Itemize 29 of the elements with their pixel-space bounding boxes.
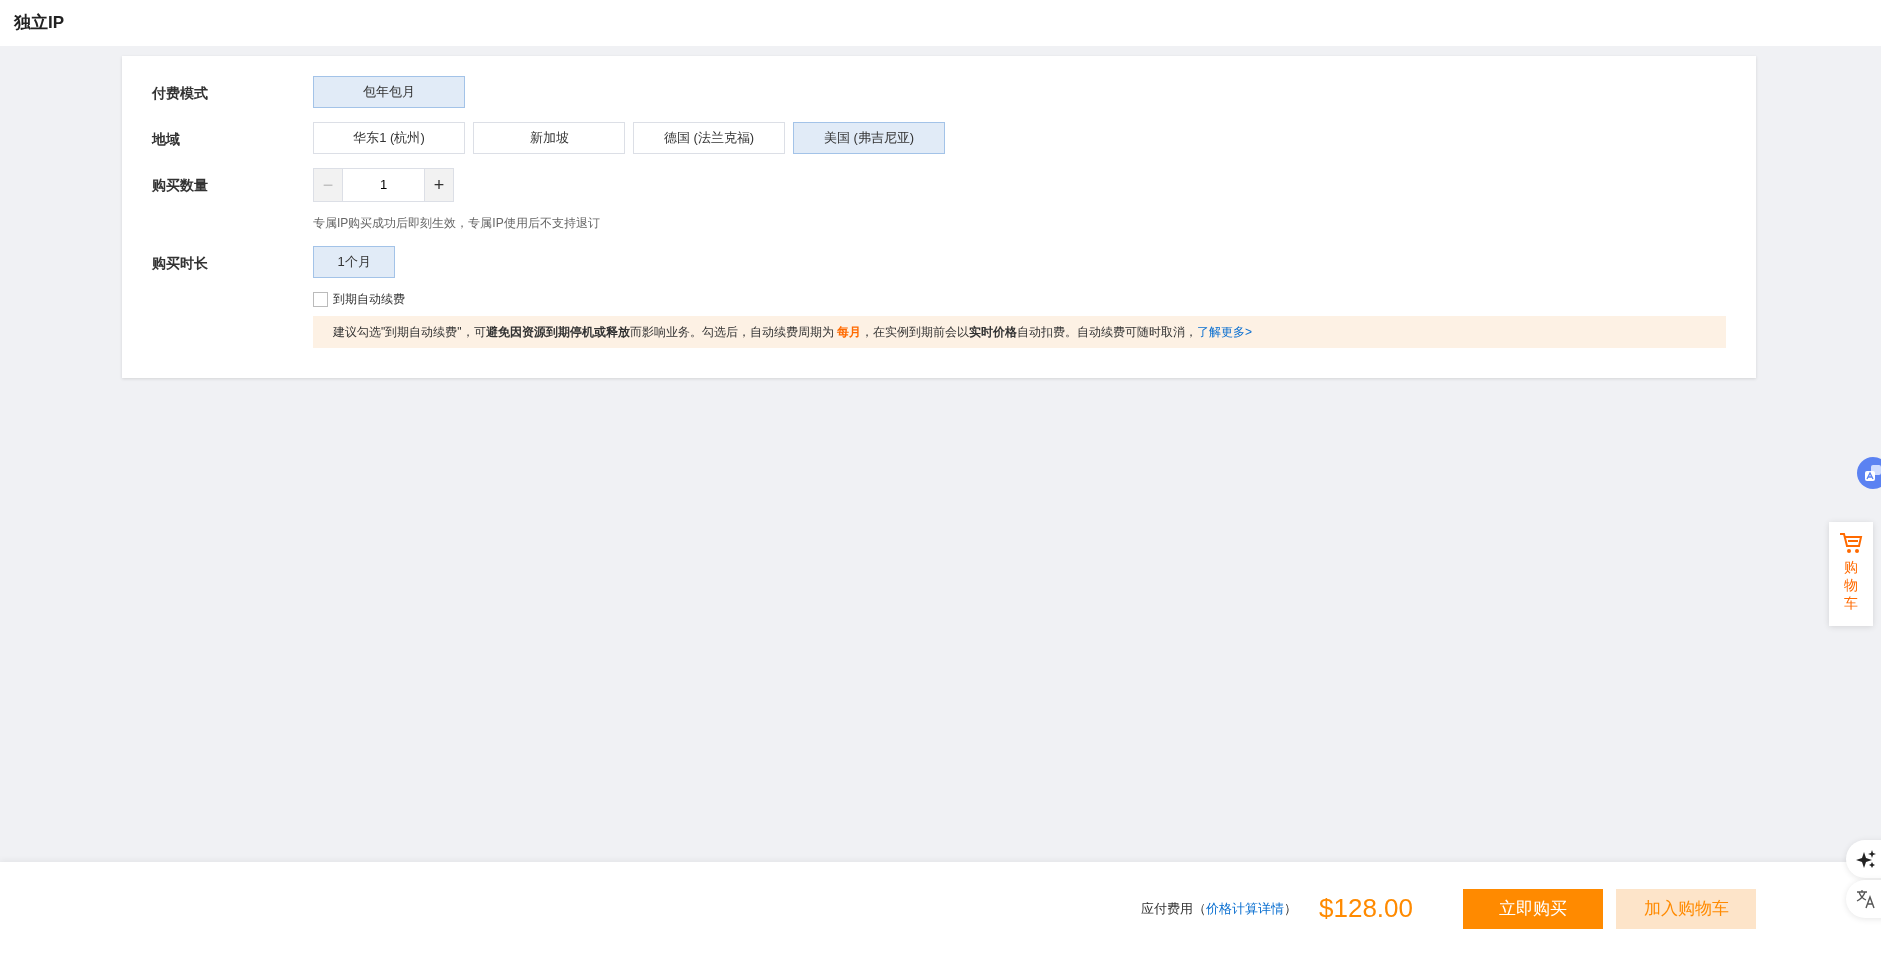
quantity-input[interactable]: 1 [342, 169, 425, 201]
translate-icon[interactable] [1856, 889, 1876, 909]
checkbox-label[interactable]: 到期自动续费 [333, 290, 405, 308]
quantity-stepper[interactable]: − 1 + [313, 168, 454, 202]
notice-text: 建议勾选"到期自动续费"，可避免因资源到期停机或释放而影响业务。勾选后，自动续费周期为 每月，在实例到期前会以实时价格自动扣费。自动续费可随时取消，了解更多> [333, 324, 1252, 341]
price-amount: $128.00 [1319, 892, 1413, 925]
field-label: 地域 [152, 130, 181, 149]
option-button[interactable]: 新加坡 [473, 122, 625, 154]
option-button[interactable]: 德国 (法兰克福) [633, 122, 785, 154]
option-button[interactable]: 1个月 [313, 246, 395, 278]
cart-icon[interactable] [1839, 532, 1863, 554]
field-label: 付费模式 [152, 84, 209, 103]
option-button[interactable]: 美国 (弗吉尼亚) [793, 122, 945, 154]
price-detail-link[interactable]: 价格计算详情 [1206, 898, 1284, 919]
paren-text: （ [1193, 899, 1206, 918]
sparkle-icon[interactable] [1856, 849, 1876, 869]
translate-icon[interactable] [1863, 463, 1881, 483]
hint-text: 专属IP购买成功后即刻生效，专属IP使用后不支持退订 [313, 215, 600, 232]
option-button[interactable]: 包年包月 [313, 76, 465, 108]
page-title: 独立IP [14, 12, 65, 35]
field-label: 购买时长 [152, 254, 209, 273]
checkbox[interactable] [313, 291, 328, 307]
fee-label: 应付费用 [1141, 899, 1193, 918]
plus-button[interactable]: + [425, 169, 453, 201]
learn-more-link[interactable]: 了解更多> [1196, 325, 1252, 339]
field-label: 购买数量 [152, 176, 209, 195]
cart-label: 购物车 [1844, 558, 1858, 613]
paren-text: ） [1284, 899, 1297, 918]
option-button[interactable]: 华东1 (杭州) [313, 122, 465, 154]
